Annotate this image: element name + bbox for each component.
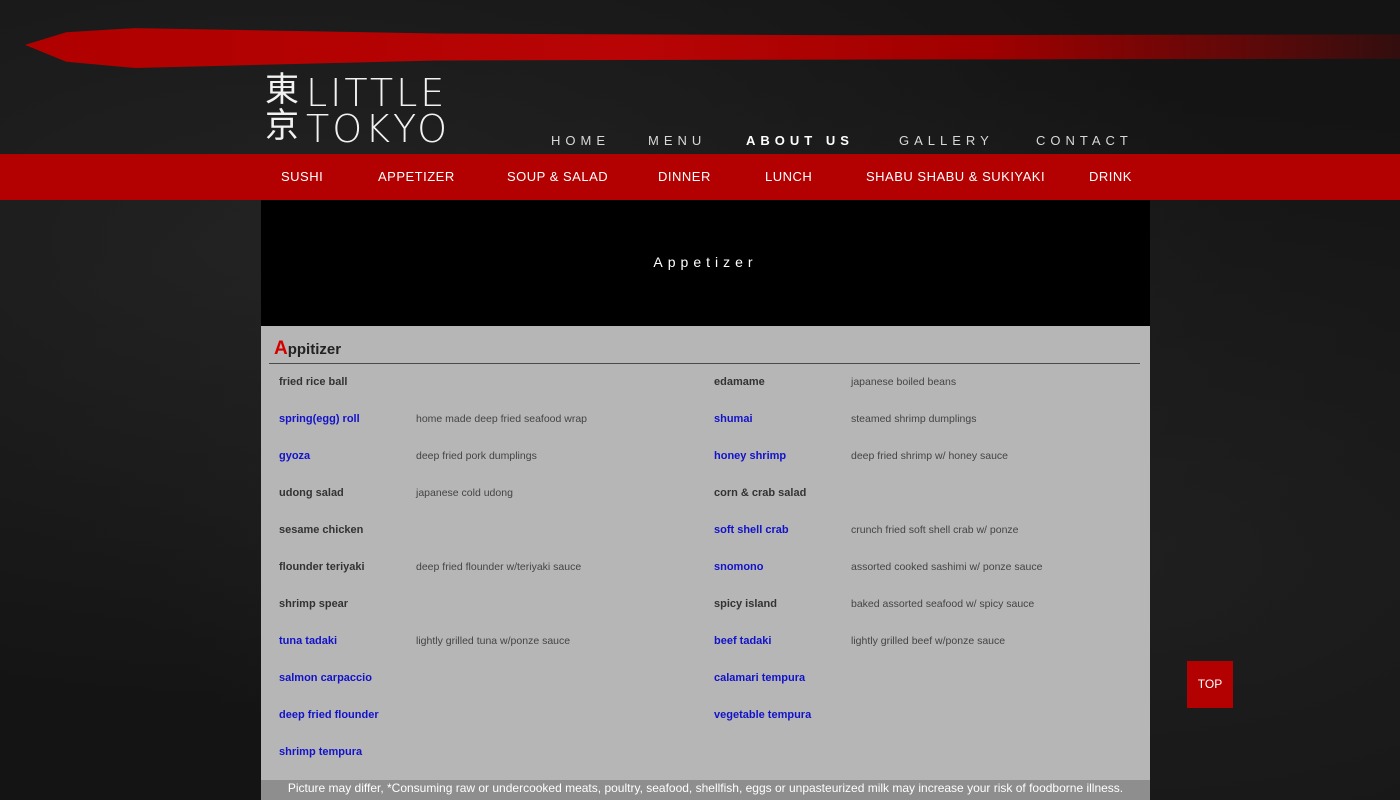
menu-item: salmon carpaccio	[279, 672, 709, 709]
menu-item: calamari tempura	[714, 672, 1144, 709]
back-to-top-button[interactable]: TOP	[1187, 661, 1233, 708]
category-dinner[interactable]: DINNER	[658, 169, 711, 184]
nav-about-us[interactable]: ABOUT US	[746, 133, 854, 148]
menu-item: shumai steamed shrimp dumplings	[714, 413, 1144, 450]
menu-item: gyoza deep fried pork dumplings	[279, 450, 709, 487]
menu-item-name: sesame chicken	[279, 524, 364, 536]
menu-item: sesame chicken	[279, 524, 709, 561]
menu-item-name: udong salad	[279, 487, 344, 499]
menu-item-name: shrimp spear	[279, 598, 349, 610]
category-lunch[interactable]: LUNCH	[765, 169, 812, 184]
logo[interactable]: 東 京 LITTLE TOKYO	[262, 72, 452, 151]
menu-column-left: fried rice ball spring(egg) roll home mad…	[279, 376, 709, 783]
menu-item-desc: baked assorted seafood w/ spicy sauce	[851, 598, 1035, 610]
top-nav: HOME MENU ABOUT US GALLERY CONTACT	[530, 133, 1150, 151]
menu-item-name[interactable]: shrimp tempura	[279, 746, 362, 758]
menu-item: udong salad japanese cold udong	[279, 487, 709, 524]
menu-item-name[interactable]: salmon carpaccio	[279, 672, 372, 684]
hero-banner: Appetizer	[261, 200, 1150, 326]
menu-item-desc: lightly grilled tuna w/ponze sauce	[416, 635, 571, 647]
menu-item: honey shrimp deep fried shrimp w/ honey s…	[714, 450, 1144, 487]
menu-item: shrimp spear	[279, 598, 709, 635]
menu-item-desc: crunch fried soft shell crab w/ ponze	[851, 524, 1019, 536]
menu-item-desc: deep fried flounder w/teriyaki sauce	[416, 561, 582, 573]
disclaimer-footnote: Picture may differ, *Consuming raw or un…	[261, 780, 1150, 800]
logo-kanji: 東 京	[262, 72, 302, 144]
menu-item: fried rice ball	[279, 376, 709, 413]
section-title-initial: A	[274, 338, 288, 359]
menu-item-desc: home made deep fried seafood wrap	[416, 413, 588, 425]
logo-kanji-bottom: 京	[265, 106, 299, 146]
menu-item: flounder teriyaki deep fried flounder w/t…	[279, 561, 709, 598]
menu-item-name[interactable]: deep fried flounder	[279, 709, 379, 721]
menu-item: deep fried flounder	[279, 709, 709, 746]
menu-item: soft shell crab crunch fried soft shell c…	[714, 524, 1144, 561]
hero-title: Appetizer	[653, 254, 758, 270]
menu-item: shrimp tempura	[279, 746, 709, 783]
menu-item-desc: japanese cold udong	[416, 487, 513, 499]
menu-item: snomono assorted cooked sashimi w/ ponze …	[714, 561, 1144, 598]
nav-contact[interactable]: CONTACT	[1036, 133, 1133, 148]
category-sushi[interactable]: SUSHI	[281, 169, 323, 184]
section-divider	[269, 363, 1140, 364]
section-title-rest: ppitizer	[287, 341, 342, 358]
category-shabu-sukiyaki[interactable]: SHABU SHABU & SUKIYAKI	[866, 169, 1045, 184]
category-nav: SUSHI APPETIZER SOUP & SALAD DINNER LUNC…	[0, 154, 1400, 200]
menu-item-name[interactable]: soft shell crab	[714, 524, 789, 536]
menu-item-name[interactable]: snomono	[714, 561, 764, 573]
menu-item: spring(egg) roll home made deep fried sea…	[279, 413, 709, 450]
menu-item: tuna tadaki lightly grilled tuna w/ponze …	[279, 635, 709, 672]
menu-item-name[interactable]: spring(egg) roll	[279, 413, 360, 425]
category-soup-salad[interactable]: SOUP & SALAD	[507, 169, 608, 184]
nav-menu[interactable]: MENU	[648, 133, 706, 148]
menu-item-name: flounder teriyaki	[279, 561, 365, 573]
menu-item-name: corn & crab salad	[714, 487, 807, 499]
menu-item-name[interactable]: beef tadaki	[714, 635, 771, 647]
menu-item-desc: assorted cooked sashimi w/ ponze sauce	[851, 561, 1043, 573]
menu-item-desc: japanese boiled beans	[851, 376, 957, 388]
menu-item-desc: lightly grilled beef w/ponze sauce	[851, 635, 1006, 647]
logo-kanji-top: 東	[265, 70, 299, 110]
menu-item-name[interactable]: shumai	[714, 413, 753, 425]
category-appetizer[interactable]: APPETIZER	[378, 169, 455, 184]
menu-item-name: spicy island	[714, 598, 777, 610]
category-drink[interactable]: DRINK	[1089, 169, 1132, 184]
menu-item: vegetable tempura	[714, 709, 1144, 746]
menu-item-name[interactable]: tuna tadaki	[279, 635, 337, 647]
section-title: Appitizer	[274, 338, 341, 360]
menu-item: spicy island baked assorted seafood w/ sp…	[714, 598, 1144, 635]
menu-item-desc: deep fried pork dumplings	[416, 450, 537, 462]
nav-gallery[interactable]: GALLERY	[899, 133, 994, 148]
logo-text-tokyo: TOKYO	[306, 107, 451, 151]
brush-stroke-banner	[25, 28, 1400, 68]
menu-item-name[interactable]: gyoza	[279, 450, 310, 462]
menu-item-name: edamame	[714, 376, 765, 388]
menu-column-right: edamame japanese boiled beans shumai steam…	[714, 376, 1144, 746]
menu-item: edamame japanese boiled beans	[714, 376, 1144, 413]
menu-item-name[interactable]: honey shrimp	[714, 450, 786, 462]
menu-item: beef tadaki lightly grilled beef w/ponze …	[714, 635, 1144, 672]
menu-item-name[interactable]: vegetable tempura	[714, 709, 811, 721]
nav-home[interactable]: HOME	[551, 133, 610, 148]
menu-item-name[interactable]: calamari tempura	[714, 672, 805, 684]
menu-panel: Appitizer fried rice ball spring(egg) ro…	[261, 326, 1150, 800]
menu-item-name: fried rice ball	[279, 376, 348, 388]
menu-item: corn & crab salad	[714, 487, 1144, 524]
menu-item-desc: steamed shrimp dumplings	[851, 413, 977, 425]
menu-item-desc: deep fried shrimp w/ honey sauce	[851, 450, 1009, 462]
